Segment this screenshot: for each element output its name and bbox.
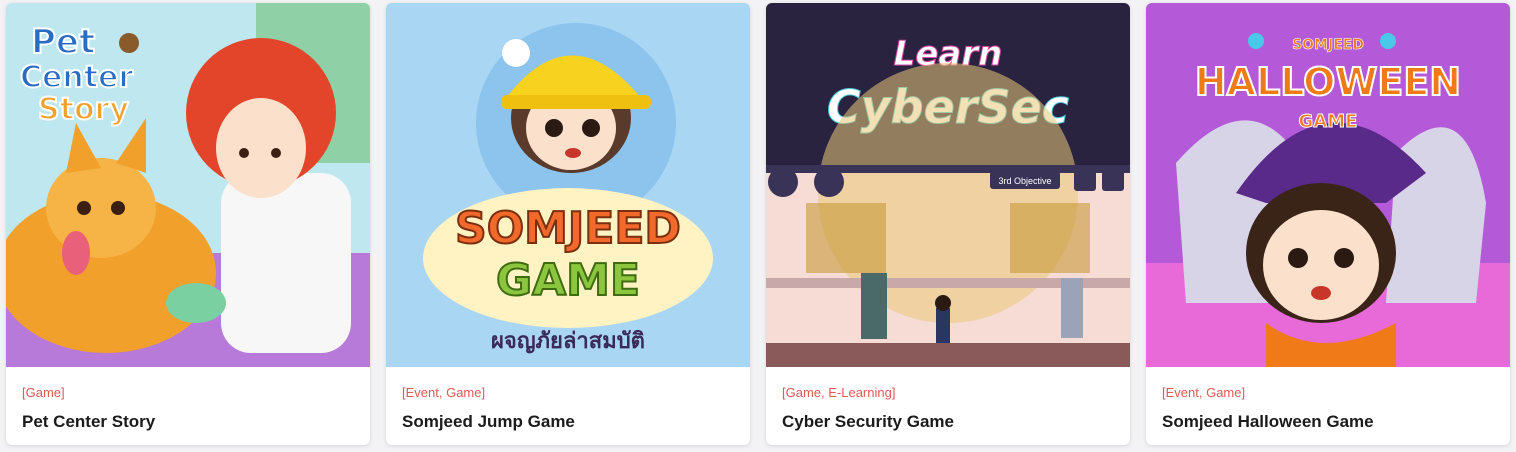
- card-title[interactable]: Pet Center Story: [22, 412, 354, 432]
- somjeed-jump-artwork: SOMJEED GAME ผจญภัยล่าสมบัติ: [386, 3, 750, 367]
- paw-icon: [119, 33, 139, 53]
- pet-center-story-artwork: Pet Center Story: [6, 3, 370, 367]
- card-category: [Game, E-Learning]: [782, 385, 896, 400]
- card-thumbnail[interactable]: SOMJEED GAME ผจญภัยล่าสมบัติ: [386, 3, 750, 367]
- card-pet-center-story[interactable]: Pet Center Story [Game] Pet Center Story: [6, 3, 370, 445]
- card-cyber-security-game[interactable]: Learn CyberSec 3rd Objective: [766, 3, 1130, 445]
- card-thumbnail[interactable]: Learn CyberSec 3rd Objective: [766, 3, 1130, 367]
- card-category: [Event, Game]: [1162, 385, 1246, 400]
- logo-line-1: HALLOWEEN: [1195, 60, 1461, 104]
- card-category: [Game]: [22, 385, 65, 400]
- logo-line-2: GAME: [1299, 111, 1358, 132]
- logo-line-1: SOMJEED: [455, 203, 681, 254]
- somjeed-halloween-artwork: SOMJEED HALLOWEEN GAME: [1146, 3, 1510, 367]
- logo-line-1: Pet: [31, 22, 95, 62]
- card-category: [Event, Game]: [402, 385, 486, 400]
- card-title[interactable]: Somjeed Jump Game: [402, 412, 734, 432]
- card-somjeed-halloween-game[interactable]: SOMJEED HALLOWEEN GAME [Event, Game] Som…: [1146, 3, 1510, 445]
- search-document-icon[interactable]: [768, 167, 798, 197]
- logo-line-2: GAME: [496, 255, 640, 306]
- thai-subtitle: ผจญภัยล่าสมบัติ: [491, 329, 645, 354]
- logo-line-2: Center: [20, 60, 133, 95]
- ghost-icon: [1380, 33, 1396, 49]
- phone-icon[interactable]: [814, 167, 844, 197]
- list-icon[interactable]: [1102, 169, 1124, 191]
- game-card-grid: Pet Center Story [Game] Pet Center Story: [0, 0, 1516, 452]
- raised-hand-icon: [502, 39, 530, 67]
- cybersec-artwork: Learn CyberSec 3rd Objective: [766, 3, 1130, 367]
- info-icon[interactable]: [1074, 169, 1096, 191]
- card-thumbnail[interactable]: Pet Center Story: [6, 3, 370, 367]
- logo-line-3: Story: [38, 92, 129, 127]
- card-title[interactable]: Somjeed Halloween Game: [1162, 412, 1494, 432]
- brand-text: SOMJEED: [1292, 37, 1364, 53]
- card-title[interactable]: Cyber Security Game: [782, 412, 1114, 432]
- objective-label: 3rd Objective: [998, 176, 1051, 186]
- ghost-icon: [1248, 33, 1264, 49]
- card-thumbnail[interactable]: SOMJEED HALLOWEEN GAME: [1146, 3, 1510, 367]
- card-somjeed-jump-game[interactable]: SOMJEED GAME ผจญภัยล่าสมบัติ [Event, Gam…: [386, 3, 750, 445]
